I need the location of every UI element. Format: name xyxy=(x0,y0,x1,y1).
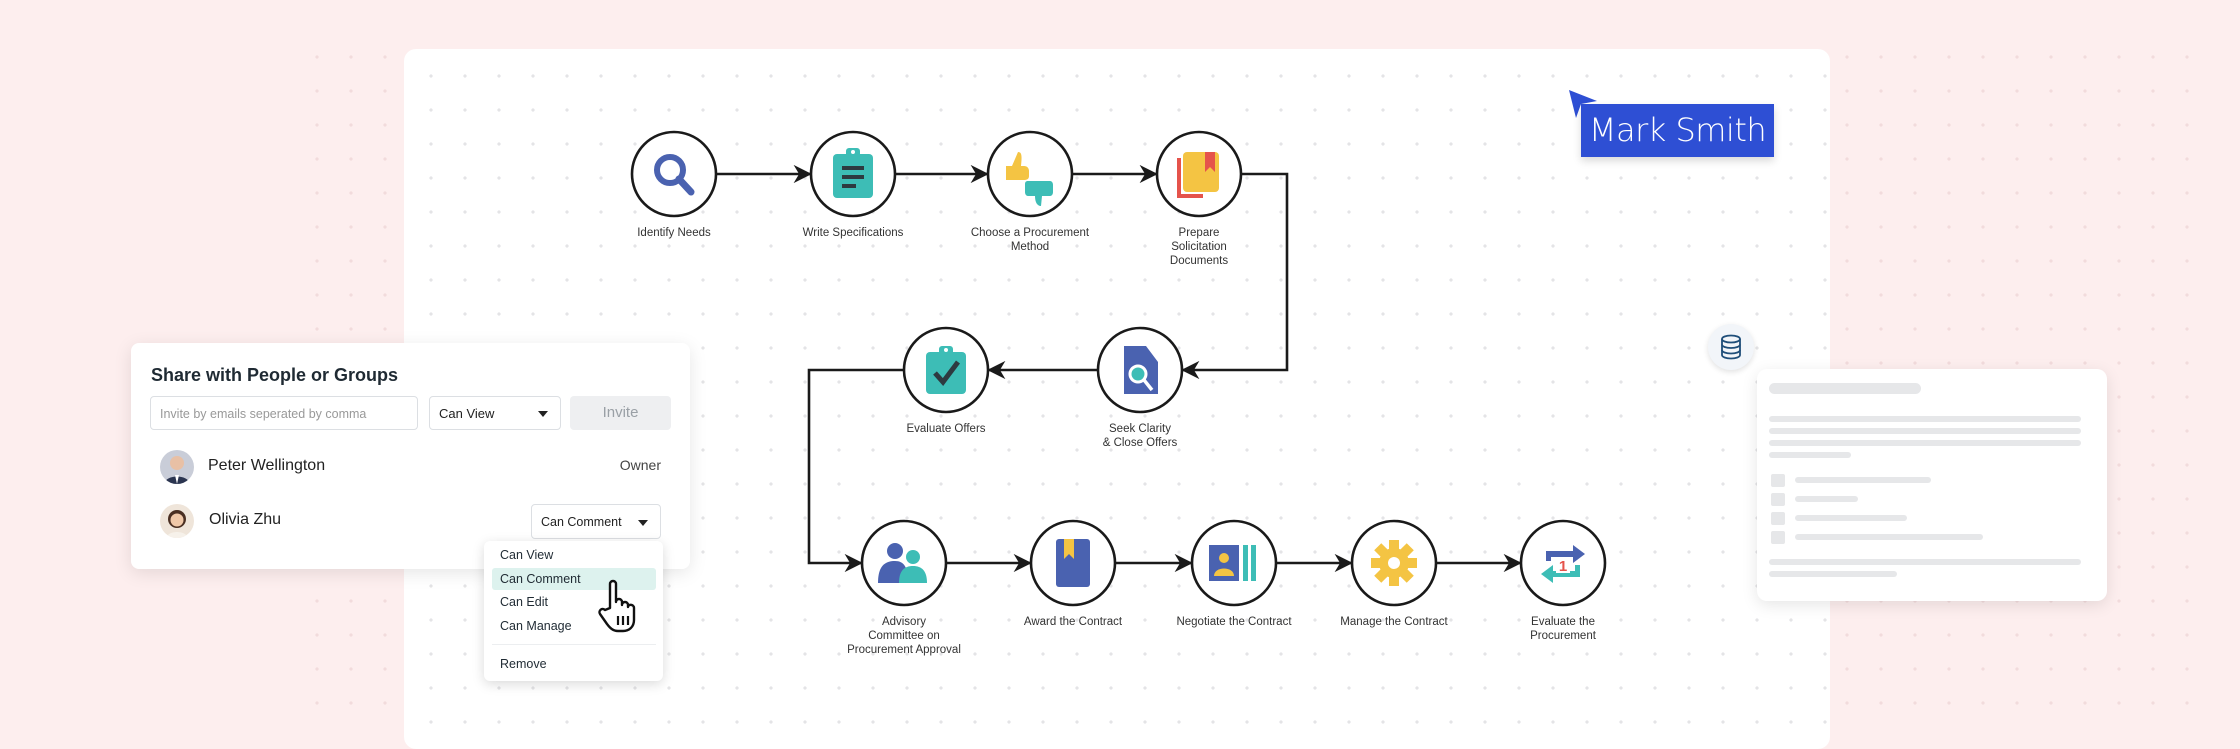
flow-node-label: Procurement xyxy=(1530,630,1597,642)
clipboard-check-icon xyxy=(926,346,966,394)
person-permission-select[interactable]: Can Comment xyxy=(531,504,661,539)
flow-node-identify-needs[interactable]: Identify Needs xyxy=(630,130,718,239)
caret-down-icon xyxy=(538,411,548,417)
collaborator-name-tag: Mark Smith xyxy=(1581,104,1774,157)
flow-node-label: Choose a Procurement xyxy=(971,227,1090,239)
invite-button[interactable]: Invite xyxy=(570,396,671,430)
flow-node-label: Documents xyxy=(1170,255,1228,267)
flow-node-circle xyxy=(860,519,948,607)
invite-email-input[interactable]: Invite by emails seperated by comma xyxy=(150,396,418,430)
flow-node-label: Procurement Approval xyxy=(847,644,961,656)
flow-node-label: Identify Needs xyxy=(637,227,711,239)
share-dialog-title: Share with People or Groups xyxy=(151,365,399,385)
flow-node-label: Negotiate the Contract xyxy=(1176,616,1292,628)
avatar-olivia-zhu xyxy=(160,504,194,538)
flow-node-circle xyxy=(630,130,718,218)
flow-node-label: Evaluate the xyxy=(1531,616,1595,628)
flow-node-circle xyxy=(986,130,1074,218)
flow-node-label: Method xyxy=(1011,241,1049,253)
permission-select[interactable]: Can View xyxy=(429,396,561,430)
flow-node-negotiate-contract[interactable]: Negotiate the Contract xyxy=(1176,519,1292,628)
svg-text:1: 1 xyxy=(1559,558,1567,575)
flow-node-label: & Close Offers xyxy=(1103,437,1178,449)
share-dialog: Share with People or Groups Invite by em… xyxy=(131,343,690,569)
person-name: Peter Wellington xyxy=(208,457,326,474)
flow-node-label: Prepare xyxy=(1179,227,1220,239)
flow-node-evaluate-offers[interactable]: Evaluate Offers xyxy=(902,326,990,435)
placeholder-document-card xyxy=(1757,369,2107,601)
flow-node-manage-contract[interactable]: Manage the Contract xyxy=(1340,519,1448,628)
flow-node-evaluate-procurement[interactable]: 1 Evaluate the Procurement xyxy=(1519,519,1607,642)
person-role: Owner xyxy=(619,457,661,473)
book-icon xyxy=(1056,539,1090,587)
flow-node-award-contract[interactable]: Award the Contract xyxy=(1024,519,1123,628)
flow-node-label: Manage the Contract xyxy=(1340,616,1448,628)
flow-node-label: Write Specifications xyxy=(803,227,904,239)
flow-node-seek-clarity[interactable]: Seek Clarity & Close Offers xyxy=(1096,326,1184,449)
menu-item-remove[interactable]: Remove xyxy=(492,653,656,675)
permission-select-value: Can View xyxy=(439,406,495,421)
flow-node-label: Advisory xyxy=(882,616,926,628)
flow-node-label: Seek Clarity xyxy=(1109,423,1171,435)
flow-node-label: Evaluate Offers xyxy=(906,423,985,435)
person-name: Olivia Zhu xyxy=(209,511,282,528)
flow-node-label: Committee on xyxy=(868,630,940,642)
gear-icon xyxy=(1371,540,1417,586)
avatar-peter-wellington xyxy=(160,450,194,484)
flow-node-prepare-docs[interactable]: Prepare Solicitation Documents xyxy=(1155,130,1243,267)
caret-down-icon xyxy=(638,519,648,526)
flow-node-write-specifications[interactable]: Write Specifications xyxy=(803,130,904,239)
hand-pointer-cursor-icon xyxy=(598,579,636,633)
flow-node-advisory-committee[interactable]: Advisory Committee on Procurement Approval xyxy=(847,519,961,656)
flow-node-choose-method[interactable]: Choose a Procurement Method xyxy=(971,130,1090,253)
clipboard-list-icon xyxy=(833,148,873,198)
person-permission-value: Can Comment xyxy=(541,515,622,529)
menu-item-can-view[interactable]: Can View xyxy=(492,544,656,566)
flow-node-label: Solicitation xyxy=(1171,241,1227,253)
menu-divider xyxy=(492,644,656,645)
database-icon xyxy=(1721,334,1741,360)
flow-node-label: Award the Contract xyxy=(1024,616,1123,628)
database-button[interactable] xyxy=(1708,324,1754,370)
